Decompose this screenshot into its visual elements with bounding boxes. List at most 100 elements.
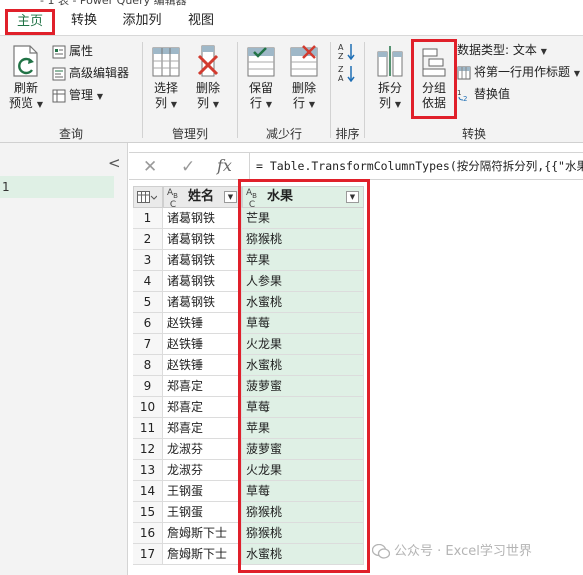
ribbon-separator — [330, 42, 331, 138]
row-number-cell[interactable]: 2 — [133, 229, 163, 250]
use-first-row-label: 将第一行用作标题 — [474, 65, 571, 79]
remove-rows-icon — [290, 45, 318, 77]
remove-columns-label-2: 列 — [197, 96, 210, 110]
confirm-formula-icon[interactable]: ✓ — [181, 157, 195, 177]
group-label-transform: 转换 — [461, 127, 486, 141]
group-label-sort: 排序 — [335, 127, 360, 141]
name-cell[interactable]: 诸葛钢铁 — [163, 229, 242, 250]
row-number-cell[interactable]: 15 — [133, 502, 163, 523]
formula-input[interactable]: = Table.TransformColumnTypes(按分隔符拆分列,{{"… — [249, 153, 583, 179]
svg-text:1: 1 — [457, 89, 461, 97]
name-cell[interactable]: 赵铁锤 — [163, 355, 242, 376]
row-number-cell[interactable]: 8 — [133, 355, 163, 376]
row-number-cell[interactable]: 14 — [133, 481, 163, 502]
chevron-down-icon: ▼ — [573, 69, 580, 78]
name-cell[interactable]: 诸葛钢铁 — [163, 208, 242, 229]
row-number-cell[interactable]: 17 — [133, 544, 163, 565]
use-first-row-as-headers-button[interactable]: 将第一行用作标题 ▼ — [457, 63, 580, 81]
row-number-cell[interactable]: 10 — [133, 397, 163, 418]
name-cell[interactable]: 詹姆斯下士 — [163, 544, 242, 565]
keep-rows-label-2: 行 — [250, 96, 263, 110]
name-cell[interactable]: 赵铁锤 — [163, 334, 242, 355]
name-cell[interactable]: 诸葛钢铁 — [163, 292, 242, 313]
name-cell[interactable]: 龙淑芬 — [163, 460, 242, 481]
wechat-icon — [371, 543, 391, 559]
properties-button[interactable]: 属性 — [52, 42, 93, 60]
name-cell[interactable]: 赵铁锤 — [163, 313, 242, 334]
tab-view[interactable]: 视图 — [180, 9, 222, 35]
advanced-editor-icon — [52, 67, 66, 80]
row-number-cell[interactable]: 3 — [133, 250, 163, 271]
chevron-down-icon: ▼ — [96, 92, 103, 101]
row-number-cell[interactable]: 4 — [133, 271, 163, 292]
name-cell[interactable]: 郑喜定 — [163, 418, 242, 439]
sort-descending-icon: ZA — [338, 65, 355, 83]
row-number-cell[interactable]: 5 — [133, 292, 163, 313]
split-column-button[interactable]: 拆分 列 ▼ — [372, 44, 408, 112]
query-item[interactable]: 1 — [0, 176, 114, 198]
choose-columns-label-1: 选择 — [153, 81, 178, 95]
tab-home[interactable]: 主页 — [5, 9, 55, 35]
name-cell[interactable]: 郑喜定 — [163, 397, 242, 418]
row-number-cell[interactable]: 13 — [133, 460, 163, 481]
row-number-cell[interactable]: 6 — [133, 313, 163, 334]
row-number-cell[interactable]: 16 — [133, 523, 163, 544]
data-type-label: 数据类型: 文本 — [457, 43, 537, 57]
table-menu-button[interactable] — [133, 186, 163, 208]
group-by-highlight — [411, 39, 457, 119]
remove-columns-icon — [197, 45, 219, 77]
fruit-column-highlight — [238, 179, 370, 573]
text-type-icon: AB C — [167, 188, 178, 210]
filter-dropdown-icon[interactable]: ▼ — [224, 191, 237, 203]
sort-descending-button[interactable]: ZA — [338, 64, 356, 83]
manage-icon — [52, 89, 66, 102]
row-number-cell[interactable]: 12 — [133, 439, 163, 460]
remove-rows-label-1: 删除 — [291, 81, 316, 95]
row-number-cell[interactable]: 11 — [133, 418, 163, 439]
name-cell[interactable]: 王钢蛋 — [163, 481, 242, 502]
remove-rows-button[interactable]: 删除 行 ▼ — [285, 44, 323, 112]
title-bar: - 1 表 - Power Query 编辑器 — [0, 0, 583, 8]
remove-rows-label-2: 行 — [293, 96, 306, 110]
choose-columns-button[interactable]: 选择 列 ▼ — [148, 44, 184, 112]
replace-values-icon: 12 — [457, 89, 467, 102]
row-number-cell[interactable]: 9 — [133, 376, 163, 397]
replace-values-button[interactable]: 1 2 替换值 — [457, 85, 510, 103]
tab-transform[interactable]: 转换 — [62, 9, 106, 35]
ribbon-separator — [364, 42, 365, 138]
row-number-cell[interactable]: 1 — [133, 208, 163, 229]
sort-ascending-icon: AZ — [338, 43, 355, 61]
name-cell[interactable]: 诸葛钢铁 — [163, 271, 242, 292]
split-column-label-1: 拆分 — [377, 81, 402, 95]
name-cell[interactable]: 詹姆斯下士 — [163, 523, 242, 544]
name-cell[interactable]: 郑喜定 — [163, 376, 242, 397]
ribbon: 刷新 预览 ▼ 属性 高级编辑器 管理 ▼ 查询 选择 列 ▼ 删除 列 ▼ 管… — [0, 35, 583, 143]
name-cell[interactable]: 诸葛钢铁 — [163, 250, 242, 271]
name-cell[interactable]: 龙淑芬 — [163, 439, 242, 460]
group-label-query: 查询 — [58, 127, 83, 141]
refresh-preview-button[interactable]: 刷新 预览 ▼ — [6, 44, 46, 112]
manage-label: 管理 — [69, 88, 94, 102]
name-cell[interactable]: 王钢蛋 — [163, 502, 242, 523]
svg-text:Z: Z — [338, 65, 344, 74]
cancel-formula-icon[interactable]: ✕ — [143, 157, 157, 177]
fx-icon[interactable]: fx — [217, 156, 232, 175]
replace-values-label: 替换值 — [474, 87, 511, 101]
svg-text:A: A — [338, 43, 344, 52]
properties-icon — [52, 45, 66, 58]
sort-ascending-button[interactable]: AZ — [338, 42, 356, 61]
collapse-pane-icon[interactable]: < — [108, 154, 121, 172]
advanced-editor-button[interactable]: 高级编辑器 — [52, 64, 129, 82]
svg-text:2: 2 — [463, 95, 467, 102]
tab-add-column[interactable]: 添加列 — [114, 9, 170, 35]
remove-columns-button[interactable]: 删除 列 ▼ — [190, 44, 226, 112]
ribbon-separator — [142, 42, 143, 138]
data-type-dropdown[interactable]: 数据类型: 文本 ▼ — [457, 41, 547, 59]
column-header-name[interactable]: AB C 姓名 ▼ — [163, 186, 242, 210]
choose-columns-label-2: 列 — [155, 96, 168, 110]
keep-rows-button[interactable]: 保留 行 ▼ — [242, 44, 280, 112]
manage-button[interactable]: 管理 ▼ — [52, 86, 103, 104]
ribbon-separator — [237, 42, 238, 138]
properties-label: 属性 — [69, 44, 94, 58]
row-number-cell[interactable]: 7 — [133, 334, 163, 355]
